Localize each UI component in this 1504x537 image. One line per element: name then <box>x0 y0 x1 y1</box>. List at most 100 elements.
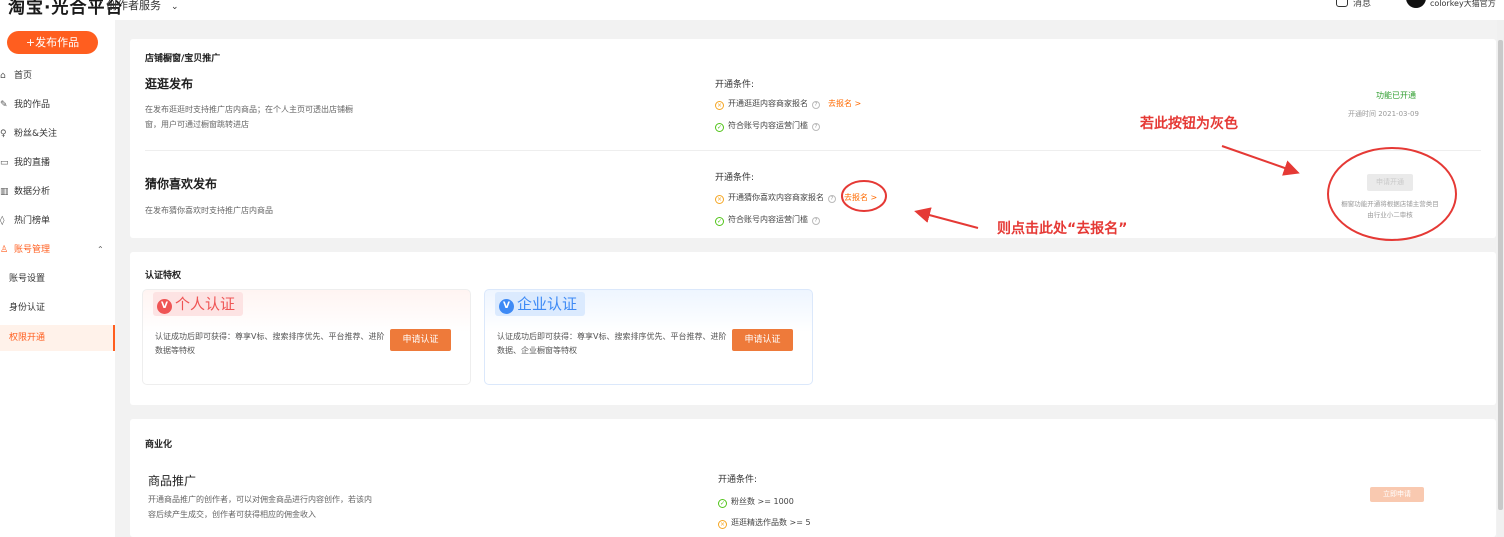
help-icon[interactable]: ? <box>812 123 820 131</box>
message-icon <box>1336 0 1348 7</box>
home-icon: ⌂ <box>0 71 6 81</box>
guang-cond-1: × 开通逛逛内容商家报名? 去报名 > <box>715 98 861 110</box>
sidebar-item-home[interactable]: ⌂ 首页 <box>0 66 115 86</box>
guess-cond-1: × 开通猜你喜欢内容商家报名? 去报名 > <box>715 192 877 204</box>
sidebar-item-fans[interactable]: ♀ 粉丝&关注 <box>0 124 115 144</box>
sidebar-item-account-settings[interactable]: 账号设置 <box>0 269 115 289</box>
message-button[interactable]: 消息 <box>1336 0 1371 9</box>
pen-icon: ✎ <box>0 100 8 110</box>
apply-open-button[interactable]: 申请开通 <box>1367 174 1413 191</box>
sidebar-item-label: 我的作品 <box>14 100 51 110</box>
personal-cert-tag: V 个人认证 <box>153 292 244 316</box>
guang-desc: 在发布逛逛时支持推广店内商品；在个人主页可透出店铺橱窗，用户可通过橱窗跳转进店 <box>145 105 353 129</box>
store-promotion-card: 店铺橱窗/宝贝推广 逛逛发布 在发布逛逛时支持推广店内商品；在个人主页可透出店铺… <box>130 39 1496 238</box>
sidebar-item-analytics[interactable]: ▥ 数据分析 <box>0 182 115 202</box>
sidebar-item-label: 权限开通 <box>9 333 46 343</box>
guang-open-time: 开通时间 2021-03-09 <box>1348 110 1419 118</box>
enterprise-apply-button[interactable]: 申请认证 <box>732 329 793 351</box>
help-icon[interactable]: ? <box>812 217 820 225</box>
guang-cond-2: ✓ 符合账号内容运营门槛? <box>715 120 820 132</box>
cert-tag-label: 企业认证 <box>517 295 578 313</box>
sidebar-item-permissions[interactable]: 权限开通 <box>0 325 115 351</box>
v-badge-icon: V <box>499 299 514 314</box>
divider <box>145 150 1481 151</box>
cond-text: 逛逛精选作品数 >= 5 <box>731 518 811 527</box>
warning-icon: × <box>715 195 724 204</box>
check-icon: ✓ <box>715 217 724 226</box>
certification-card: 认证特权 V 个人认证 认证成功后即可获得：尊享V标、搜索排序优先、平台推荐、进阶… <box>130 252 1496 405</box>
guang-status: 功能已开通 <box>1376 91 1416 100</box>
personal-apply-button[interactable]: 申请认证 <box>390 329 451 351</box>
promo-cond-label: 开通条件: <box>718 475 758 485</box>
check-icon: ✓ <box>718 499 727 508</box>
v-badge-icon: V <box>157 299 172 314</box>
enterprise-cert-tag: V 企业认证 <box>495 292 586 316</box>
help-icon[interactable]: ? <box>828 195 836 203</box>
sidebar-item-label: 账号设置 <box>9 274 46 284</box>
service-label: 创作者服务 <box>106 0 161 12</box>
sidebar-item-label: 热门榜单 <box>14 216 51 226</box>
chart-icon: ▥ <box>0 187 9 197</box>
guess-cond-label: 开通条件: <box>715 173 755 183</box>
sidebar-item-label: 粉丝&关注 <box>14 129 58 139</box>
sidebar-item-account[interactable]: ♙ 账号管理 ⌃ <box>0 240 115 260</box>
cert-tag-label: 个人认证 <box>175 295 236 313</box>
video-icon: ▭ <box>0 158 9 168</box>
scrollbar-thumb[interactable] <box>1498 40 1503 510</box>
personal-cert-card: V 个人认证 认证成功后即可获得：尊享V标、搜索排序优先、平台推荐、进阶数据等特权… <box>142 289 471 385</box>
annotation-click-signup: 则点击此处“去报名” <box>997 221 1128 237</box>
service-dropdown[interactable]: 创作者服务 ⌄ <box>106 0 179 13</box>
sidebar-item-works[interactable]: ✎ 我的作品 <box>0 95 115 115</box>
annotation-gray-button: 若此按钮为灰色 <box>1140 116 1238 132</box>
guess-title: 猜你喜欢发布 <box>145 177 218 191</box>
guess-signup-link[interactable]: 去报名 > <box>844 193 877 202</box>
sidebar-item-label: 身份认证 <box>9 303 46 313</box>
promo-title: 商品推广 <box>148 474 197 488</box>
section-title: 认证特权 <box>145 271 182 281</box>
chevron-down-icon: ⌄ <box>171 2 179 12</box>
guang-title: 逛逛发布 <box>145 77 194 91</box>
guang-signup-link[interactable]: 去报名 > <box>828 99 861 108</box>
enterprise-cert-desc: 认证成功后即可获得：尊享V标、搜索排序优先、平台推荐、进阶数据、企业橱窗等特权 <box>497 332 727 355</box>
username: colorkey大猫官方 <box>1430 0 1496 8</box>
enterprise-cert-card: V 企业认证 认证成功后即可获得：尊享V标、搜索排序优先、平台推荐、进阶数据、企业… <box>484 289 813 385</box>
sidebar-item-label: 账号管理 <box>14 245 51 255</box>
avatar <box>1406 0 1426 8</box>
cond-text: 符合账号内容运营门槛 <box>728 121 808 130</box>
message-label: 消息 <box>1353 0 1372 9</box>
guang-cond-label: 开通条件: <box>715 80 755 90</box>
warning-icon: × <box>718 520 727 529</box>
check-icon: ✓ <box>715 123 724 132</box>
help-icon[interactable]: ? <box>812 101 820 109</box>
cond-text: 开通逛逛内容商家报名 <box>728 99 808 108</box>
guess-cond-2: ✓ 符合账号内容运营门槛? <box>715 214 820 226</box>
guess-tip: 橱窗功能开通将根据店铺主营类目由行业小二审核 <box>1341 200 1439 219</box>
cond-text: 符合账号内容运营门槛 <box>728 215 808 224</box>
publish-button[interactable]: +发布作品 <box>7 31 98 54</box>
section-title: 店铺橱窗/宝贝推广 <box>145 54 221 64</box>
sidebar-item-identity[interactable]: 身份认证 <box>0 298 115 318</box>
guess-desc: 在发布猜你喜欢时支持推广店内商品 <box>145 206 273 215</box>
sidebar-item-hot-list[interactable]: ◊ 热门榜单 <box>0 211 115 231</box>
fans-icon: ♀ <box>0 129 7 139</box>
sidebar: +发布作品 ⌂ 首页 ✎ 我的作品 ♀ 粉丝&关注 ▭ 我的直播 ▥ 数据分析 ◊ 热门榜单… <box>0 20 115 537</box>
user-icon: ♙ <box>0 245 9 255</box>
promo-cond-1: ✓ 粉丝数 >= 1000 <box>718 496 794 508</box>
cond-text: 粉丝数 >= 1000 <box>731 497 794 506</box>
promo-cond-2: × 逛逛精选作品数 >= 5 <box>718 517 811 529</box>
sidebar-item-label: 数据分析 <box>14 187 51 197</box>
sidebar-item-live[interactable]: ▭ 我的直播 <box>0 153 115 173</box>
cond-text: 开通猜你喜欢内容商家报名 <box>728 193 824 202</box>
sidebar-item-label: 首页 <box>14 71 33 81</box>
commerce-card: 商业化 商品推广 开通商品推广的创作者，可以对佣金商品进行内容创作，若该内容后续… <box>130 419 1496 537</box>
top-bar: 淘宝·光合平台 创作者服务 ⌄ 消息 colorkey大猫官方 <box>0 0 1504 20</box>
apply-now-button[interactable]: 立即申请 <box>1370 487 1424 502</box>
sidebar-item-label: 我的直播 <box>14 158 51 168</box>
personal-cert-desc: 认证成功后即可获得：尊享V标、搜索排序优先、平台推荐、进阶数据等特权 <box>155 332 385 355</box>
user-menu[interactable]: colorkey大猫官方 <box>1406 0 1496 9</box>
section-title: 商业化 <box>145 440 173 450</box>
promo-desc: 开通商品推广的创作者，可以对佣金商品进行内容创作，若该内容后续产生成交，创作者可… <box>148 495 372 519</box>
fire-icon: ◊ <box>0 216 5 226</box>
warning-icon: × <box>715 101 724 110</box>
chevron-up-icon: ⌃ <box>97 245 104 254</box>
